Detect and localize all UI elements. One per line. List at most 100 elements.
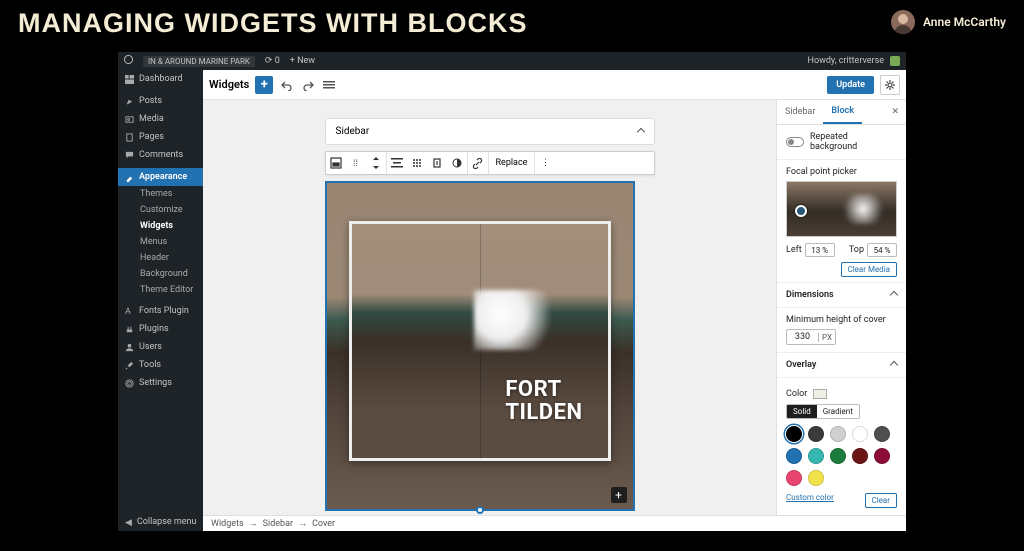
page-icon: [125, 133, 134, 142]
swatch-black[interactable]: [786, 426, 802, 442]
crumb-widgets[interactable]: Widgets: [211, 519, 244, 529]
swatch-yellow[interactable]: [808, 470, 824, 486]
swatch-white[interactable]: [852, 426, 868, 442]
wp-admin-window: IN & AROUND MARINE PARK ⟳ 0 + New Howdy,…: [118, 52, 906, 531]
cover-block-icon[interactable]: [326, 152, 346, 174]
crumb-sidebar[interactable]: Sidebar: [263, 519, 293, 529]
sub-menus[interactable]: Menus: [118, 234, 203, 250]
block-inspector: Sidebar Block ✕ Repeated background Foca…: [776, 100, 906, 531]
user-avatar-icon[interactable]: [890, 56, 900, 66]
custom-color-link[interactable]: Custom color: [786, 493, 834, 508]
drag-handle[interactable]: ⁞⁞: [346, 152, 366, 174]
pin-icon: [125, 97, 134, 106]
swatch-wine[interactable]: [874, 448, 890, 464]
tab-sidebar[interactable]: Sidebar: [777, 101, 823, 123]
editor-canvas[interactable]: Sidebar ⁞⁞: [203, 100, 776, 531]
append-block-button[interactable]: +: [611, 487, 627, 503]
min-height-label: Minimum height of cover: [786, 315, 897, 325]
redo-button[interactable]: [300, 77, 315, 92]
dimensions-title: Dimensions: [786, 290, 834, 300]
move-arrows[interactable]: [366, 152, 386, 174]
swatch-blue[interactable]: [786, 448, 802, 464]
dashboard-icon: [125, 75, 134, 84]
collapse-menu[interactable]: ◀Collapse menu: [118, 513, 203, 531]
updates-badge[interactable]: ⟳ 0: [265, 56, 280, 66]
sub-theme-editor[interactable]: Theme Editor: [118, 282, 203, 298]
align-button[interactable]: [387, 152, 407, 174]
sub-widgets[interactable]: Widgets: [118, 218, 203, 234]
howdy-text[interactable]: Howdy, critterverse: [808, 56, 884, 66]
sidebar-item-pages[interactable]: Pages: [118, 128, 203, 146]
widgets-editor: Widgets + Update Sidebar: [203, 70, 906, 531]
seg-solid[interactable]: Solid: [787, 405, 817, 418]
sidebar-item-comments[interactable]: Comments: [118, 146, 203, 164]
sidebar-item-media[interactable]: Media: [118, 110, 203, 128]
swatch-teal[interactable]: [808, 448, 824, 464]
cover-heading[interactable]: FORT TILDEN: [505, 378, 582, 424]
clear-media-button[interactable]: Clear Media: [841, 262, 897, 277]
swatch-maroon[interactable]: [852, 448, 868, 464]
plugin-icon: [125, 325, 134, 334]
duotone-button[interactable]: [447, 152, 467, 174]
sidebar-item-appearance[interactable]: Appearance: [118, 168, 203, 186]
fullheight-button[interactable]: [427, 152, 447, 174]
sidebar-item-tools[interactable]: Tools: [118, 356, 203, 374]
add-block-button[interactable]: +: [255, 76, 273, 94]
link-button[interactable]: [468, 152, 488, 174]
cover-block[interactable]: FORT TILDEN +: [325, 181, 635, 511]
focal-left-input[interactable]: 13 %: [805, 243, 835, 257]
chevron-up-icon[interactable]: [890, 291, 898, 299]
new-content[interactable]: + New: [290, 56, 315, 66]
sub-header[interactable]: Header: [118, 250, 203, 266]
comment-icon: [125, 151, 134, 160]
clear-color-button[interactable]: Clear: [865, 493, 897, 508]
color-swatch-preview[interactable]: [813, 389, 827, 399]
sidebar-item-dashboard[interactable]: Dashboard: [118, 70, 203, 88]
update-button[interactable]: Update: [827, 76, 874, 94]
overlay-type-segmented[interactable]: Solid Gradient: [786, 404, 860, 419]
wp-adminbar: IN & AROUND MARINE PARK ⟳ 0 + New Howdy,…: [118, 52, 906, 70]
repeated-bg-toggle[interactable]: [786, 137, 804, 147]
slide-title: MANAGING WIDGETS WITH BLOCKS: [18, 8, 527, 39]
color-label: Color: [786, 389, 807, 399]
resize-handle[interactable]: [476, 506, 484, 514]
swatch-gray[interactable]: [874, 426, 890, 442]
chevron-up-icon[interactable]: [890, 361, 898, 369]
sub-themes[interactable]: Themes: [118, 186, 203, 202]
focal-top-input[interactable]: 54 %: [867, 243, 897, 257]
wrench-icon: [125, 361, 134, 370]
sub-background[interactable]: Background: [118, 266, 203, 282]
focal-marker[interactable]: [795, 205, 807, 217]
page-title: Widgets: [209, 78, 249, 91]
site-name[interactable]: IN & AROUND MARINE PARK: [143, 56, 255, 67]
wp-logo-icon[interactable]: [124, 55, 133, 67]
sidebar-item-users[interactable]: Users: [118, 338, 203, 356]
focal-point-picker[interactable]: [786, 181, 897, 237]
sidebar-item-plugins[interactable]: Plugins: [118, 320, 203, 338]
tab-block[interactable]: Block: [823, 100, 862, 124]
swatch-green[interactable]: [830, 448, 846, 464]
seg-gradient[interactable]: Gradient: [817, 405, 859, 418]
sidebar-item-fonts[interactable]: AFonts Plugin: [118, 302, 203, 320]
settings-toggle[interactable]: [880, 75, 900, 95]
swatch-lightgray[interactable]: [830, 426, 846, 442]
list-view-button[interactable]: [321, 77, 336, 92]
user-icon: [125, 343, 134, 352]
wp-admin-sidebar: Dashboard Posts Media Pages Comments App…: [118, 70, 203, 531]
block-breadcrumb: Widgets → Sidebar → Cover: [203, 515, 906, 531]
crumb-cover[interactable]: Cover: [312, 519, 335, 529]
sidebar-item-settings[interactable]: Settings: [118, 374, 203, 392]
swatch-pink[interactable]: [786, 470, 802, 486]
close-inspector-button[interactable]: ✕: [884, 103, 906, 121]
swatch-darkgray[interactable]: [808, 426, 824, 442]
content-position-button[interactable]: [407, 152, 427, 174]
sidebar-item-posts[interactable]: Posts: [118, 92, 203, 110]
more-options-button[interactable]: ⋮: [535, 152, 555, 174]
undo-button[interactable]: [279, 77, 294, 92]
presenter-badge: Anne McCarthy: [891, 10, 1006, 34]
sub-customize[interactable]: Customize: [118, 202, 203, 218]
replace-button[interactable]: Replace: [489, 152, 535, 174]
block-toolbar: ⁞⁞: [325, 151, 655, 175]
min-height-input[interactable]: 330 PX: [786, 329, 836, 345]
widget-area-sidebar[interactable]: Sidebar: [325, 118, 655, 145]
